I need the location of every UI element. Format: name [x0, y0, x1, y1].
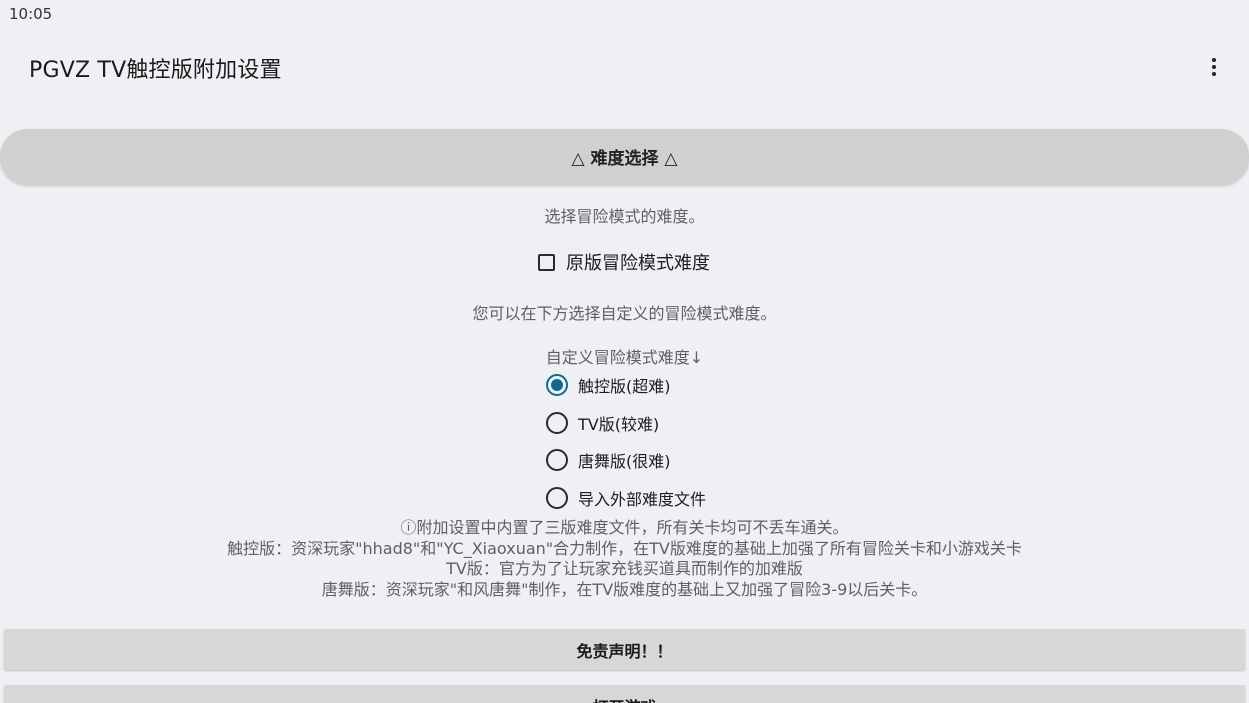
checkbox-unchecked-icon[interactable]	[538, 253, 555, 271]
radio-option-tv[interactable]: TV版(较难)	[546, 410, 766, 436]
radio-unchecked-icon[interactable]	[546, 487, 568, 509]
radio-unchecked-icon[interactable]	[546, 449, 568, 471]
status-bar-time: 10:05	[9, 5, 53, 23]
radio-option-label: 导入外部难度文件	[578, 490, 707, 509]
custom-difficulty-hint: 您可以在下方选择自定义的冒险模式难度。	[472, 304, 777, 323]
radio-option-touch[interactable]: 触控版(超难)	[546, 372, 766, 398]
app-title: PGVZ TV触控版附加设置	[29, 58, 282, 83]
info-line: ⓘ附加设置中内置了三版难度文件，所有关卡均可不丢车通关。	[400, 518, 849, 537]
open-game-button[interactable]: 打开游戏	[4, 685, 1245, 703]
original-difficulty-checkbox[interactable]: 原版冒险模式难度	[538, 250, 710, 274]
original-difficulty-label: 原版冒险模式难度	[566, 253, 710, 274]
radio-option-label: 唐舞版(很难)	[578, 452, 671, 471]
info-line: TV版：官方为了让玩家充钱买道具而制作的加难版	[446, 559, 803, 578]
info-line: 唐舞版：资深玩家"和风唐舞"制作，在TV版难度的基础上又加强了冒险3-9以后关卡…	[321, 579, 928, 599]
custom-difficulty-label: 自定义冒险模式难度↓	[545, 348, 704, 367]
radio-option-import[interactable]: 导入外部难度文件	[546, 485, 766, 511]
app-bar: PGVZ TV触控版附加设置	[0, 40, 1249, 94]
radio-option-label: TV版(较难)	[578, 415, 660, 434]
radio-option-tangwu[interactable]: 唐舞版(很难)	[546, 447, 766, 473]
difficulty-description: 选择冒险模式的难度。	[544, 207, 705, 226]
radio-unchecked-icon[interactable]	[546, 412, 568, 434]
info-line: 触控版：资深玩家"hhad8"和"YC_Xiaoxuan"合力制作，在TV版难度…	[227, 538, 1022, 558]
disclaimer-button[interactable]: 免责声明！！	[4, 629, 1245, 670]
screen: 10:05 PGVZ TV触控版附加设置 △ 难度选择 △ 选择冒险模式的难度。…	[0, 0, 1249, 703]
difficulty-info-text: ⓘ附加设置中内置了三版难度文件，所有关卡均可不丢车通关。 触控版：资深玩家"hh…	[0, 518, 1249, 600]
radio-option-label: 触控版(超难)	[578, 377, 671, 396]
more-vert-icon[interactable]	[1203, 52, 1225, 82]
difficulty-section-header[interactable]: △ 难度选择 △	[0, 129, 1249, 184]
radio-checked-icon[interactable]	[546, 374, 568, 396]
